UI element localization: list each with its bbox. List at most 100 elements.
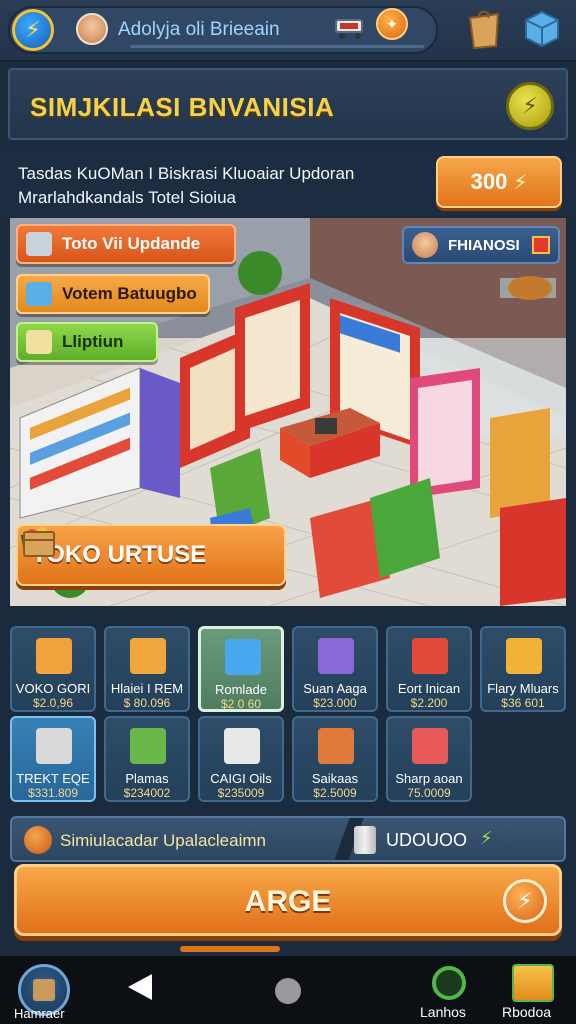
info-line-2: Mrarlahdkandals Totel Sioiua (18, 188, 236, 207)
friends-label: FHIANOSI (448, 236, 520, 254)
item-card-highlighted[interactable]: TREKT EQE $331.809 (10, 716, 96, 802)
home-label[interactable]: Hamraer (14, 1006, 65, 1021)
cookie-icon (24, 826, 52, 854)
item-thumb-icon (130, 728, 166, 764)
item-thumb-icon (412, 728, 448, 764)
item-thumb-icon (318, 638, 354, 674)
cart-icon[interactable] (334, 14, 368, 40)
arge-button[interactable]: ARGE ⚡ (14, 864, 562, 936)
item-thumb-icon (506, 638, 542, 674)
avatar[interactable] (76, 13, 108, 45)
friend-avatar (412, 232, 438, 258)
item-thumb-icon (36, 728, 72, 764)
item-name: Romlade (214, 682, 268, 697)
box-icon (23, 531, 55, 557)
info-row: Tasdas KuOMan I Biskrasi Kluoaiar Updora… (0, 146, 576, 216)
friends-button[interactable]: FHIANOSI (402, 226, 560, 264)
can-icon (354, 826, 376, 854)
item-name: Suan Aaga (303, 681, 367, 696)
cart-icon (26, 232, 52, 256)
update-store-label: Toto Vii Updande (62, 234, 201, 253)
refresh-icon[interactable] (432, 966, 466, 1000)
header-panel: SIMJKILASI BNVANISIA ⚡ (8, 68, 568, 140)
top-bar: ⚡ Adolyja oli Brieeain ✦ (0, 0, 576, 62)
shop-label: TOKO URTUSE (32, 541, 207, 568)
item-name: Sharp aoan (395, 771, 463, 786)
item-thumb-icon (225, 639, 261, 675)
item-card[interactable]: Hlaiei I REM $ 80.096 (104, 626, 190, 712)
item-price: $36 601 (501, 696, 545, 710)
item-name: VOKO GORI (15, 681, 91, 696)
item-thumb-icon (36, 638, 72, 674)
item-name: Hlaiei I REM (110, 681, 184, 696)
can-icon (26, 330, 52, 354)
item-card[interactable]: Flary Mluars $36 601 (480, 626, 566, 712)
item-card[interactable]: Plamas $234002 (104, 716, 190, 802)
item-name: TREKT EQE (16, 771, 90, 786)
option-button[interactable]: Lliptiun (16, 322, 158, 362)
item-thumb-icon (318, 728, 354, 764)
decor-strip (180, 946, 280, 952)
item-price: $234002 (123, 786, 171, 800)
shopping-bag-icon[interactable] (466, 8, 502, 50)
item-name: Flary Mluars (487, 681, 559, 696)
page-title: SIMJKILASI BNVANISIA (30, 92, 335, 122)
info-text: Tasdas KuOMan I Biskrasi Kluoaiar Updora… (18, 162, 418, 210)
bolt-icon: ⚡ (25, 17, 41, 42)
bolt-icon: ⚡ (480, 828, 493, 848)
simulation-bar[interactable]: Simiulacadar Upalacleaimn UDOUOO ⚡ (10, 816, 566, 862)
update-store-button[interactable]: Toto Vii Updande (16, 224, 236, 264)
package-icon[interactable] (522, 8, 562, 48)
item-grid: VOKO GORI $2.0,96 Hlaiei I REM $ 80.096 … (0, 612, 576, 812)
option-label: Lliptiun (62, 332, 124, 351)
bolt-icon: ⚡ (522, 93, 538, 118)
arge-label: ARGE (244, 885, 332, 918)
item-card[interactable]: VOKO GORI $2.0,96 (10, 626, 96, 712)
info-line-1: Tasdas KuOMan I Biskrasi Kluoaiar Updora… (18, 164, 355, 183)
item-name: CAIGI Oils (210, 771, 272, 786)
simulation-label: Simiulacadar Upalacleaimn (60, 831, 266, 850)
item-price: $2.5009 (313, 786, 357, 800)
item-price: $23.000 (313, 696, 357, 710)
item-thumb-icon (224, 728, 260, 764)
item-name: Plamas (125, 771, 169, 786)
udouoo-label: UDOUOO (386, 830, 467, 850)
coin-icon[interactable]: ✦ (376, 8, 408, 40)
settings-badge-button[interactable]: ⚡ (506, 82, 554, 130)
item-card[interactable]: Saikaas $2.5009 (292, 716, 378, 802)
energy-button[interactable]: ⚡ (12, 9, 54, 51)
item-price: $235009 (217, 786, 265, 800)
item-name: Eort Inican (397, 681, 461, 696)
bolt-icon: ⚡ (513, 171, 528, 194)
item-price: $2.0,96 (32, 696, 74, 710)
bolt-circle-button[interactable]: ⚡ (503, 879, 547, 923)
basket-icon[interactable] (512, 964, 554, 1002)
user-name: Adolyja oli Brieeain (118, 19, 280, 40)
item-card[interactable]: Sharp aoan 75.0009 (386, 716, 472, 802)
vote-button[interactable]: Votem Batuugbo (16, 274, 210, 314)
item-card[interactable]: CAIGI Oils $235009 (198, 716, 284, 802)
register-icon (26, 282, 52, 306)
back-icon[interactable] (128, 974, 152, 1000)
item-card[interactable]: Eort Inican $2.200 (386, 626, 472, 712)
bolt-icon: ⚡ (517, 888, 533, 913)
item-price: $331.809 (27, 786, 79, 800)
item-price: $ 80.096 (123, 696, 171, 710)
item-card-selected[interactable]: Romlade $2 0 60 (198, 626, 284, 712)
shop-button[interactable]: TOKO URTUSE (16, 524, 286, 586)
home-button-icon[interactable] (275, 978, 301, 1004)
item-name: Saikaas (311, 771, 359, 786)
lanhos-label[interactable]: Lanhos (420, 1004, 466, 1020)
rbodoa-label[interactable]: Rbodoa (502, 1004, 551, 1020)
gift-icon (532, 236, 550, 254)
item-thumb-icon (412, 638, 448, 674)
item-thumb-icon (130, 638, 166, 674)
item-price: 75.0009 (407, 786, 451, 800)
store-scene[interactable]: Toto Vii Updande Votem Batuugbo Lliptiun… (10, 218, 566, 606)
price-value: 300 (470, 169, 508, 194)
price-button[interactable]: 300 ⚡ (436, 156, 562, 208)
item-card[interactable]: Suan Aaga $23.000 (292, 626, 378, 712)
vote-label: Votem Batuugbo (62, 284, 197, 303)
item-price: $2.200 (410, 696, 448, 710)
item-price: $2 0 60 (220, 697, 262, 711)
